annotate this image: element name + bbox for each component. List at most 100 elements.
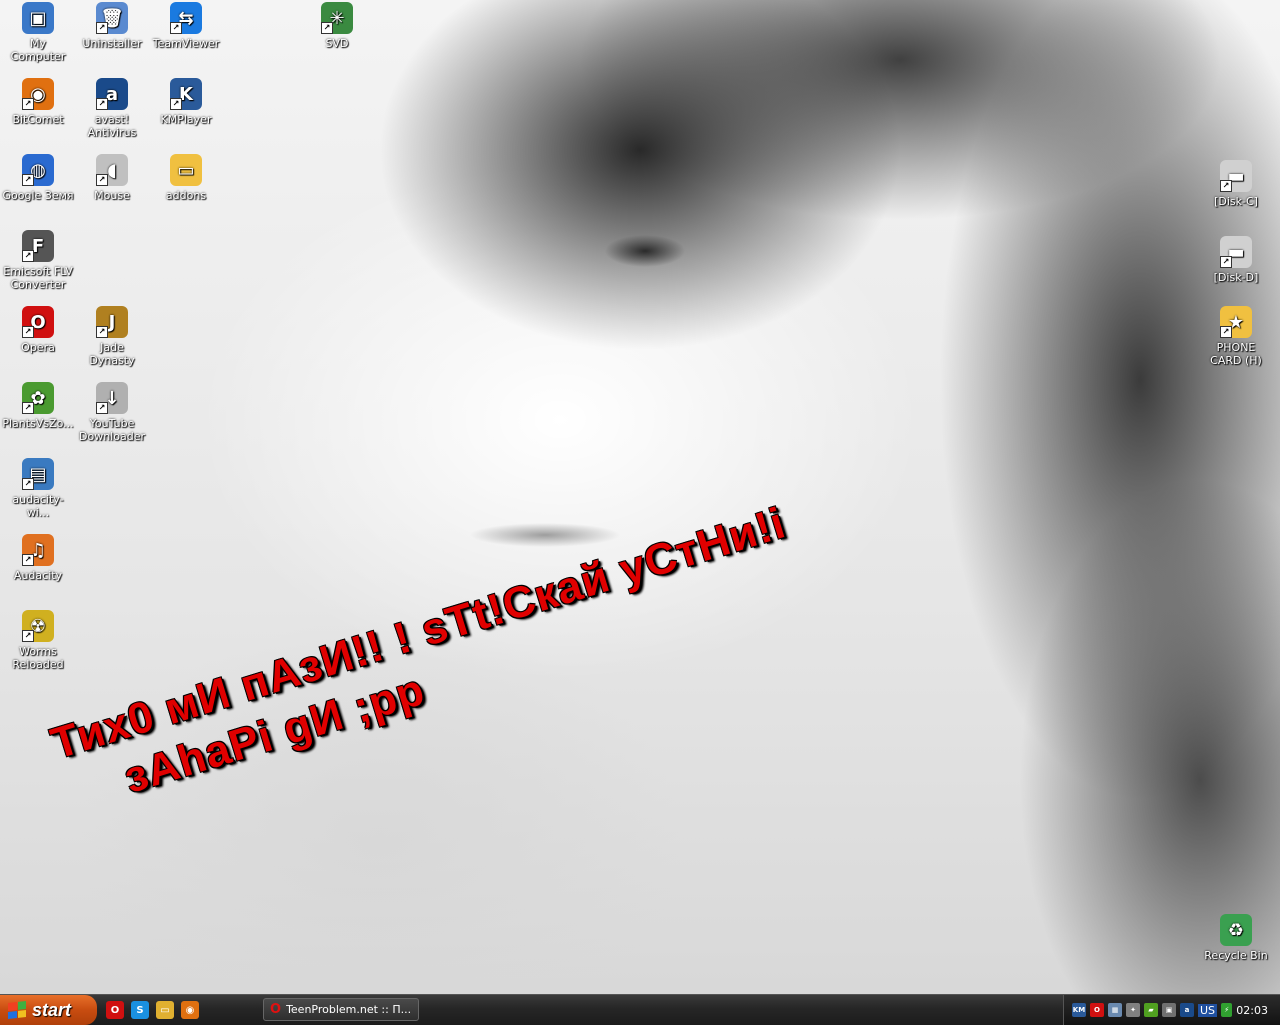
desktop-icon-label: PHONE CARD (H) bbox=[1210, 341, 1262, 367]
bitcomet-icon: ◉ ↗ bbox=[22, 78, 54, 110]
clock[interactable]: 02:03 bbox=[1236, 1004, 1268, 1017]
youtube-downloader-icon: ↓ ↗ bbox=[96, 382, 128, 414]
my-computer-icon: ▣ bbox=[22, 2, 54, 34]
desktop-icon-mouse[interactable]: ◖ ↗ Mouse bbox=[74, 154, 150, 202]
desktop-icon-label: [Disk-C] bbox=[1214, 195, 1258, 208]
shortcut-arrow-icon: ↗ bbox=[22, 402, 34, 414]
desktop-icon-label: addons bbox=[165, 189, 207, 202]
disk-drive-icon: ▬ ↗ bbox=[1220, 160, 1252, 192]
power-icon[interactable]: ⚡ bbox=[1221, 1003, 1233, 1017]
monitor-icon[interactable]: ▣ bbox=[1162, 1003, 1176, 1017]
disk-drive-icon: ▬ ↗ bbox=[1220, 236, 1252, 268]
desktop-icon-google-earth[interactable]: ◍ ↗ Google Земя bbox=[0, 154, 76, 202]
wallpaper-text-line-1: Тих0 мИ пАзИ!! ! sTt!Скай уСтНи!i bbox=[45, 498, 792, 769]
opera-tray-icon[interactable]: O bbox=[1090, 1003, 1104, 1017]
desktop-icon-opera[interactable]: O ↗ Opera bbox=[0, 306, 76, 354]
windows-logo-icon bbox=[8, 1001, 26, 1019]
start-label: start bbox=[32, 999, 72, 1020]
worms-reloaded-icon: ☢ ↗ bbox=[22, 610, 54, 642]
network-icon[interactable]: ▦ bbox=[1108, 1003, 1122, 1017]
quick-launch-folder-icon[interactable]: ▭ bbox=[156, 1001, 174, 1019]
shortcut-arrow-icon: ↗ bbox=[96, 98, 108, 110]
desktop-icon-installer[interactable]: ▤ ↗ audacity-wi... bbox=[0, 458, 76, 519]
recycle-bin-icon: ♻ bbox=[1220, 914, 1252, 946]
avast-icon: a ↗ bbox=[96, 78, 128, 110]
desktop-icon-label: Worms Reloaded bbox=[12, 645, 64, 671]
shortcut-arrow-icon: ↗ bbox=[22, 554, 34, 566]
desktop-icon-flv-converter[interactable]: F ↗ Emicsoft FLV Converter bbox=[0, 230, 76, 291]
nvidia-icon[interactable]: ▰ bbox=[1144, 1003, 1158, 1017]
teamviewer-icon: ⇆ ↗ bbox=[170, 2, 202, 34]
shortcut-arrow-icon: ↗ bbox=[22, 630, 34, 642]
shortcut-arrow-icon: ↗ bbox=[1220, 326, 1232, 338]
shortcut-arrow-icon: ↗ bbox=[170, 22, 182, 34]
system-tray: KM O ▦ ✦ ▰ ▣ a US ⚡ 02:03 bbox=[1063, 995, 1280, 1025]
installer-icon: ▤ ↗ bbox=[22, 458, 54, 490]
uninstaller-icon: 🗑 ↗ bbox=[96, 2, 128, 34]
shortcut-arrow-icon: ↗ bbox=[22, 174, 34, 186]
desktop-icon-bitcomet[interactable]: ◉ ↗ BitComet bbox=[0, 78, 76, 126]
desktop-icon-label: [Disk-D] bbox=[1213, 271, 1259, 284]
desktop-icon-my-computer[interactable]: ▣ My Computer bbox=[0, 2, 76, 63]
opera-icon: O bbox=[270, 1002, 282, 1017]
desktop-icon-label: YouTube Downloader bbox=[79, 417, 145, 443]
desktop-icon-label: Mouse bbox=[94, 189, 130, 202]
flv-converter-icon: F ↗ bbox=[22, 230, 54, 262]
kmplayer-icon: K ↗ bbox=[170, 78, 202, 110]
desktop-icon-label: avast! Antivirus bbox=[87, 113, 137, 139]
satellite-icon[interactable]: ✦ bbox=[1126, 1003, 1140, 1017]
desktop-icon-label: SVD bbox=[325, 37, 349, 50]
wallpaper-text-line-2: зАhаPi gИ ;pp bbox=[118, 665, 431, 803]
shortcut-arrow-icon: ↗ bbox=[96, 326, 108, 338]
shortcut-arrow-icon: ↗ bbox=[96, 402, 108, 414]
desktop-icon-label: Uninstaller bbox=[82, 37, 142, 50]
desktop-icon-uninstaller[interactable]: 🗑 ↗ Uninstaller bbox=[74, 2, 150, 50]
desktop-icon-spider[interactable]: ✳ ↗ SVD bbox=[299, 2, 375, 50]
shortcut-arrow-icon: ↗ bbox=[1220, 256, 1232, 268]
folder-icon: ▭ bbox=[170, 154, 202, 186]
desktop-icon-plants-vs-zombies[interactable]: ✿ ↗ PlantsVsZo... bbox=[0, 382, 76, 430]
avast-tray-icon[interactable]: a bbox=[1180, 1003, 1194, 1017]
shortcut-arrow-icon: ↗ bbox=[22, 98, 34, 110]
shortcut-arrow-icon: ↗ bbox=[170, 98, 182, 110]
desktop-icon-label: Opera bbox=[21, 341, 55, 354]
shortcut-arrow-icon: ↗ bbox=[22, 326, 34, 338]
desktop-icon-label: Jade Dynasty bbox=[89, 341, 135, 367]
desktop-icon-label: My Computer bbox=[10, 37, 66, 63]
jade-dynasty-icon: J ↗ bbox=[96, 306, 128, 338]
quick-launch-opera-icon[interactable]: O bbox=[106, 1001, 124, 1019]
shortcut-arrow-icon: ↗ bbox=[22, 250, 34, 262]
start-button[interactable]: start bbox=[0, 995, 97, 1025]
desktop-icon-folder-star[interactable]: ★ ↗ PHONE CARD (H) bbox=[1198, 306, 1274, 367]
task-title: TeenProblem.net :: П... bbox=[286, 1003, 412, 1016]
desktop-icon-worms-reloaded[interactable]: ☢ ↗ Worms Reloaded bbox=[0, 610, 76, 671]
desktop-icon-disk-drive[interactable]: ▬ ↗ [Disk-C] bbox=[1198, 160, 1274, 208]
shortcut-arrow-icon: ↗ bbox=[321, 22, 333, 34]
desktop-icon-recycle-bin[interactable]: ♻ Recycle Bin bbox=[1198, 914, 1274, 962]
desktop-icon-label: PlantsVsZo... bbox=[2, 417, 74, 430]
shortcut-arrow-icon: ↗ bbox=[96, 22, 108, 34]
desktop-icon-jade-dynasty[interactable]: J ↗ Jade Dynasty bbox=[74, 306, 150, 367]
taskbar-task-opera[interactable]: O TeenProblem.net :: П... bbox=[263, 998, 419, 1021]
mouse-icon: ◖ ↗ bbox=[96, 154, 128, 186]
desktop-icon-kmplayer[interactable]: K ↗ KMPlayer bbox=[148, 78, 224, 126]
desktop[interactable]: Тих0 мИ пАзИ!! ! sTt!Скай уСтНи!i зАhаPi… bbox=[0, 0, 1280, 994]
opera-icon: O ↗ bbox=[22, 306, 54, 338]
desktop-icon-teamviewer[interactable]: ⇆ ↗ TeamViewer bbox=[148, 2, 224, 50]
desktop-icon-label: TeamViewer bbox=[152, 37, 220, 50]
audacity-icon: ♫ ↗ bbox=[22, 534, 54, 566]
desktop-icon-avast[interactable]: a ↗ avast! Antivirus bbox=[74, 78, 150, 139]
shortcut-arrow-icon: ↗ bbox=[22, 478, 34, 490]
wallpaper-mouth bbox=[470, 515, 620, 555]
desktop-icon-label: audacity-wi... bbox=[12, 493, 64, 519]
quick-launch-skype-icon[interactable]: S bbox=[131, 1001, 149, 1019]
language-indicator[interactable]: US bbox=[1198, 1003, 1218, 1017]
quick-launch-bar: O S ▭ ◉ bbox=[106, 1001, 199, 1019]
tray-icon-group: KM O ▦ ✦ ▰ ▣ a bbox=[1072, 1003, 1194, 1017]
desktop-icon-disk-drive[interactable]: ▬ ↗ [Disk-D] bbox=[1198, 236, 1274, 284]
desktop-icon-audacity[interactable]: ♫ ↗ Audacity bbox=[0, 534, 76, 582]
kmp-tray-icon[interactable]: KM bbox=[1072, 1003, 1086, 1017]
desktop-icon-youtube-downloader[interactable]: ↓ ↗ YouTube Downloader bbox=[74, 382, 150, 443]
quick-launch-bitcomet-icon[interactable]: ◉ bbox=[181, 1001, 199, 1019]
desktop-icon-folder[interactable]: ▭ addons bbox=[148, 154, 224, 202]
